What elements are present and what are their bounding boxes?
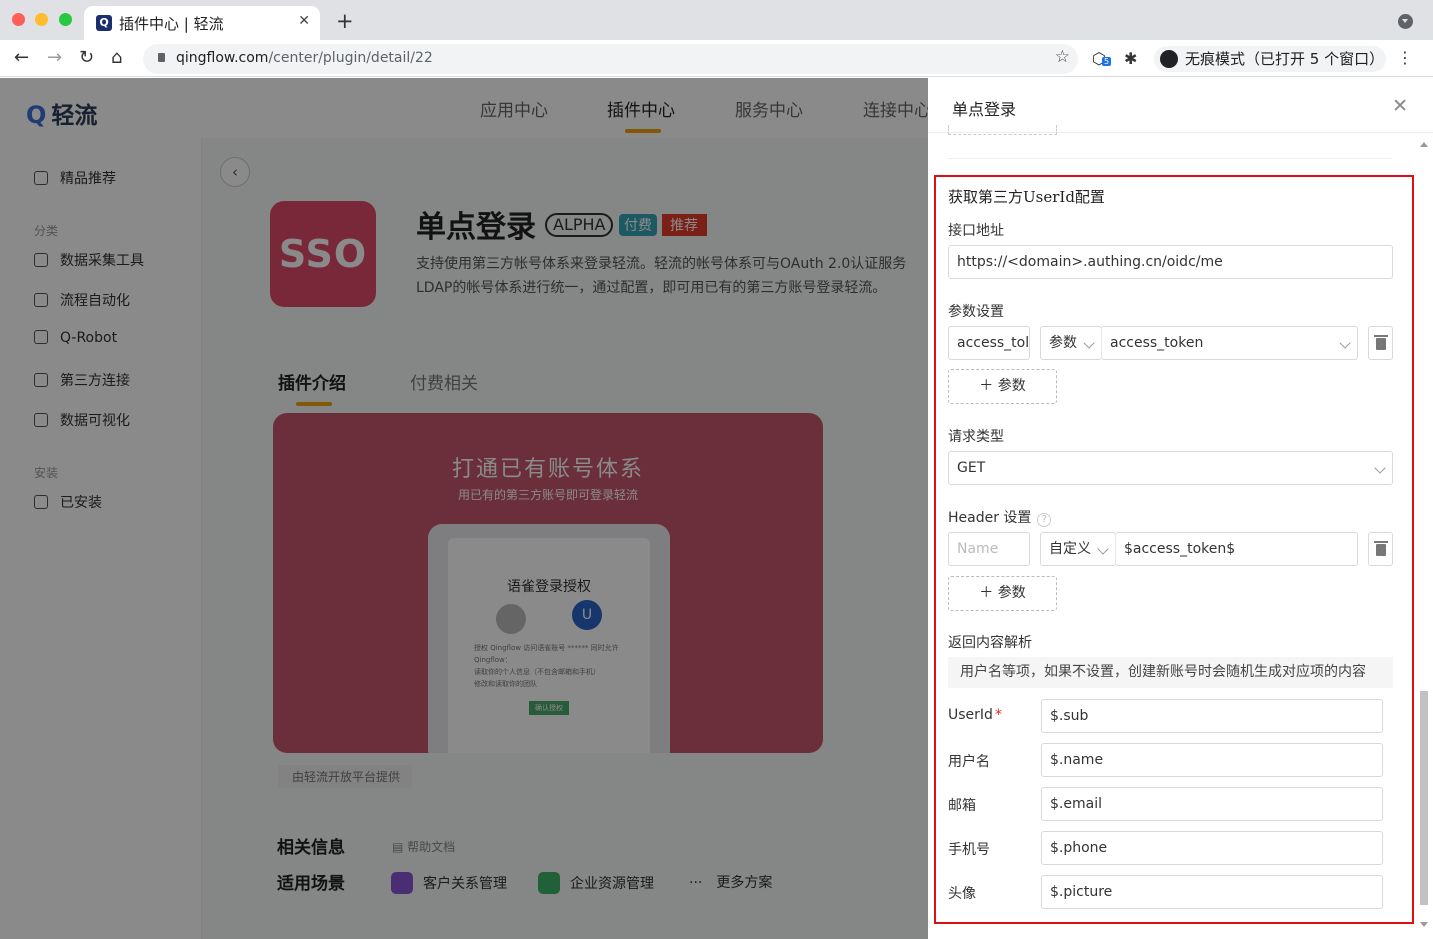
chevron-down-icon: [1374, 462, 1386, 474]
new-tab-button[interactable]: +: [336, 9, 354, 33]
forward-icon[interactable]: →: [47, 46, 62, 70]
field-input-username[interactable]: $.name: [1041, 743, 1383, 777]
field-input-avatar[interactable]: $.picture: [1041, 875, 1383, 909]
window-maximize-button[interactable]: [59, 13, 72, 26]
browser-menu-icon[interactable]: ⋮: [1397, 48, 1413, 67]
tab-close-icon[interactable]: ✕: [298, 13, 310, 29]
help-icon[interactable]: ?: [1037, 513, 1052, 527]
field-label-email: 邮箱: [948, 798, 976, 814]
home-icon[interactable]: ⌂: [111, 46, 122, 70]
drawer-title: 单点登录: [952, 100, 1017, 119]
drawer-scrollbar[interactable]: [1420, 138, 1428, 931]
param-type-select[interactable]: 参数: [1040, 326, 1102, 360]
tab-title: 插件中心 | 轻流: [119, 15, 224, 33]
param-value-select[interactable]: access_token: [1101, 326, 1358, 360]
incognito-indicator[interactable]: 无痕模式（已打开 5 个窗口）: [1154, 46, 1386, 72]
header-type-select[interactable]: 自定义: [1040, 532, 1116, 566]
back-icon[interactable]: ←: [14, 46, 29, 70]
previous-add-button-stub: [948, 125, 1057, 135]
lock-icon: [158, 53, 165, 62]
field-label-phone: 手机号: [948, 842, 990, 858]
required-marker: *: [994, 707, 1002, 723]
browser-tab-active[interactable]: Q 插件中心 | 轻流 ✕: [84, 6, 320, 40]
modal-overlay[interactable]: [0, 78, 928, 939]
divider: [948, 158, 1392, 159]
browser-tab-bar: Q 插件中心 | 轻流 ✕ +: [0, 0, 1433, 40]
param-name-input[interactable]: access_tol: [948, 326, 1030, 360]
scroll-up-icon[interactable]: [1420, 138, 1428, 147]
extension-icon[interactable]: ⬡ 5: [1092, 49, 1112, 68]
response-parse-label: 返回内容解析: [948, 635, 1032, 651]
incognito-icon: [1160, 50, 1178, 68]
scroll-down-icon[interactable]: [1420, 922, 1428, 931]
chevron-down-icon: [1339, 337, 1351, 349]
field-input-userid[interactable]: $.sub: [1041, 699, 1383, 733]
request-type-label: 请求类型: [948, 429, 1004, 445]
sso-config-drawer: 单点登录 ✕ 获取第三方UserId配置 接口地址 https://<domai…: [928, 78, 1433, 939]
api-url-input[interactable]: https://<domain>.authing.cn/oidc/me: [948, 245, 1393, 279]
field-input-email[interactable]: $.email: [1041, 787, 1383, 821]
field-input-phone[interactable]: $.phone: [1041, 831, 1383, 865]
api-url-label: 接口地址: [948, 223, 1004, 239]
add-header-button[interactable]: ＋ 参数: [948, 576, 1057, 611]
chevron-down-icon: [1083, 337, 1095, 349]
field-label-userid: UserId *: [948, 707, 1002, 723]
puzzle-icon[interactable]: ✱: [1124, 49, 1137, 68]
params-label: 参数设置: [948, 304, 1004, 320]
window-minimize-button[interactable]: [35, 13, 48, 26]
url-text: qingflow.com/center/plugin/detail/22: [176, 50, 433, 66]
close-icon[interactable]: ✕: [1392, 95, 1408, 117]
delete-header-icon[interactable]: [1368, 532, 1393, 566]
window-close-button[interactable]: [12, 13, 25, 26]
scroll-thumb[interactable]: [1420, 691, 1428, 905]
browser-toolbar: ← → ↻ ⌂ qingflow.com/center/plugin/detai…: [0, 40, 1433, 77]
tab-search-icon[interactable]: [1398, 14, 1413, 29]
header-value-input[interactable]: $access_token$: [1115, 532, 1358, 566]
chevron-down-icon: [1097, 543, 1109, 555]
delete-param-icon[interactable]: [1368, 326, 1393, 360]
header-settings-label: Header 设置?: [948, 507, 1052, 527]
bookmark-star-icon[interactable]: ☆: [1055, 47, 1070, 67]
response-note: 用户名等项，如果不设置，创建新账号时会随机生成对应项的内容: [948, 657, 1393, 688]
reload-icon[interactable]: ↻: [79, 46, 94, 70]
field-label-username: 用户名: [948, 754, 990, 770]
section-title: 获取第三方UserId配置: [948, 188, 1105, 206]
header-name-input[interactable]: Name: [948, 532, 1030, 566]
request-type-select[interactable]: GET: [948, 451, 1393, 485]
address-bar[interactable]: qingflow.com/center/plugin/detail/22 ☆: [143, 44, 1078, 74]
field-label-avatar: 头像: [948, 886, 976, 902]
favicon-icon: Q: [96, 15, 112, 31]
add-param-button[interactable]: ＋ 参数: [948, 369, 1057, 404]
